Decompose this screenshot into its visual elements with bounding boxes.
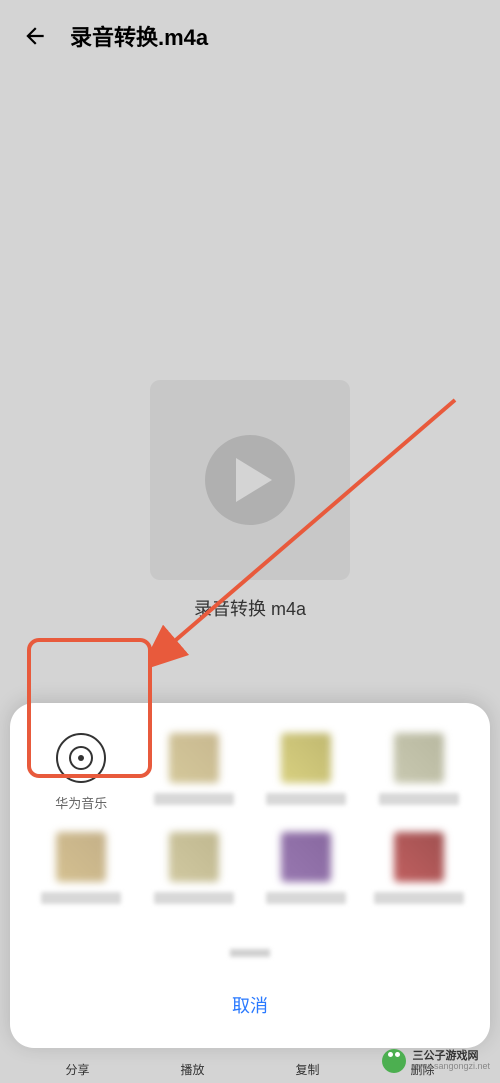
watermark-url: www.sangongzi.net xyxy=(412,1062,490,1072)
share-item-label: 华为音乐 xyxy=(55,793,107,812)
page-indicator xyxy=(230,949,270,957)
share-item-label xyxy=(379,793,459,805)
huawei-music-icon xyxy=(56,733,106,783)
share-item-label xyxy=(266,892,346,904)
app-icon xyxy=(394,733,444,783)
watermark-text: 三公子游戏网 www.sangongzi.net xyxy=(412,1050,490,1072)
tab-play[interactable]: 播放 xyxy=(180,1061,204,1078)
page-title: 录音转换.m4a xyxy=(70,20,208,52)
share-item[interactable] xyxy=(255,733,358,812)
share-item-label xyxy=(266,793,346,805)
share-item-label xyxy=(374,892,464,904)
app-icon xyxy=(169,832,219,882)
share-item-label xyxy=(154,892,234,904)
play-icon xyxy=(236,458,272,502)
app-icon xyxy=(394,832,444,882)
header: 录音转换.m4a xyxy=(0,0,500,72)
share-sheet: 华为音乐 取消 xyxy=(10,703,490,1048)
share-item[interactable] xyxy=(143,832,246,904)
share-item[interactable] xyxy=(143,733,246,812)
back-button[interactable] xyxy=(20,21,50,51)
app-icon xyxy=(281,832,331,882)
back-arrow-icon xyxy=(22,23,48,49)
share-item[interactable] xyxy=(30,832,133,904)
tab-share[interactable]: 分享 xyxy=(65,1061,89,1078)
share-item-label xyxy=(41,892,121,904)
watermark: 三公子游戏网 www.sangongzi.net xyxy=(382,1049,490,1073)
play-button[interactable] xyxy=(205,435,295,525)
share-app-grid: 华为音乐 xyxy=(30,733,470,904)
app-icon xyxy=(169,733,219,783)
share-item[interactable] xyxy=(368,733,471,812)
share-item-label xyxy=(154,793,234,805)
share-item[interactable] xyxy=(255,832,358,904)
tab-copy[interactable]: 复制 xyxy=(295,1061,319,1078)
cancel-button[interactable]: 取消 xyxy=(30,982,470,1028)
watermark-logo-icon xyxy=(382,1049,406,1073)
share-item[interactable] xyxy=(368,832,471,904)
app-icon xyxy=(281,733,331,783)
share-item-huawei-music[interactable]: 华为音乐 xyxy=(30,733,133,812)
play-card[interactable]: ♪ xyxy=(150,380,350,580)
app-icon xyxy=(56,832,106,882)
file-preview: ♪ 录音转换 m4a xyxy=(150,380,350,621)
file-name-label: 录音转换 m4a xyxy=(194,595,306,621)
